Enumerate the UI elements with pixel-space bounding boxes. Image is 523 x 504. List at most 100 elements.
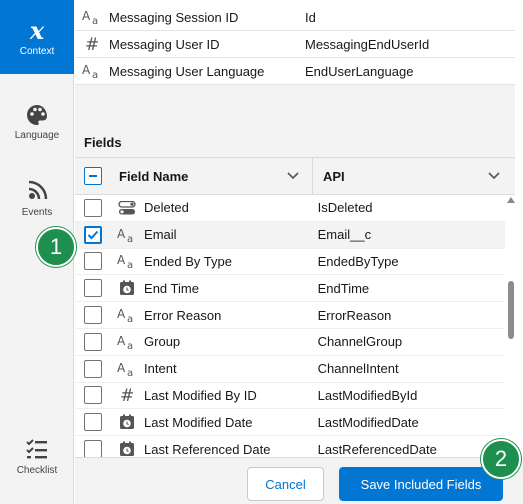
field-name: Ended By Type bbox=[144, 253, 232, 269]
text-type-icon: Aa bbox=[111, 334, 145, 350]
scroll-up-icon bbox=[507, 197, 515, 203]
field-row[interactable]: # Last Modified By ID LastModifiedById bbox=[75, 383, 505, 410]
rail-item-language[interactable]: Language bbox=[0, 104, 74, 141]
datetime-type-icon bbox=[111, 414, 145, 430]
field-row[interactable]: Aa Group ChannelGroup bbox=[75, 329, 505, 356]
field-api-name: LastModifiedDate bbox=[317, 414, 419, 430]
scrollbar[interactable] bbox=[505, 195, 517, 457]
column-header-api[interactable]: API bbox=[313, 169, 513, 184]
rail-item-context[interactable]: x Context bbox=[0, 0, 74, 74]
svg-text:a: a bbox=[127, 368, 133, 377]
column-header-field-name[interactable]: Field Name bbox=[111, 158, 313, 194]
fields-panel: Aa Messaging Session ID Id # Messaging U… bbox=[75, 0, 523, 504]
field-checkbox[interactable] bbox=[83, 386, 102, 405]
svg-text:a: a bbox=[127, 260, 133, 269]
field-api-name: EndTime bbox=[317, 280, 370, 296]
svg-text:#: # bbox=[85, 35, 99, 53]
context-field-api: EndUserLanguage bbox=[305, 63, 414, 79]
svg-text:A: A bbox=[82, 9, 91, 23]
field-checkbox[interactable] bbox=[83, 413, 102, 432]
context-field-api: MessagingEndUserId bbox=[305, 36, 430, 52]
row-checkbox-cell bbox=[75, 279, 111, 298]
rail-item-events[interactable]: Events bbox=[0, 179, 74, 218]
datetime-type-icon bbox=[111, 441, 145, 457]
chevron-down-icon[interactable] bbox=[487, 169, 501, 184]
rail-label: Context bbox=[19, 45, 55, 57]
text-type-icon: Aa bbox=[111, 361, 145, 377]
field-row[interactable]: Last Referenced Date LastReferencedDate bbox=[75, 436, 505, 457]
field-api-name: EndedByType bbox=[317, 253, 399, 269]
field-checkbox[interactable] bbox=[83, 359, 102, 378]
svg-text:a: a bbox=[127, 341, 133, 350]
svg-text:A: A bbox=[117, 253, 126, 267]
cancel-button[interactable]: Cancel bbox=[247, 467, 324, 501]
column-label: API bbox=[323, 168, 345, 184]
field-checkbox[interactable] bbox=[83, 306, 102, 325]
field-checkbox[interactable] bbox=[83, 225, 102, 244]
field-name: Last Modified Date bbox=[144, 414, 253, 430]
save-included-fields-button[interactable]: Save Included Fields bbox=[339, 467, 503, 501]
field-api-name: ErrorReason bbox=[317, 307, 392, 323]
text-type-icon: Aa bbox=[111, 253, 145, 269]
svg-text:A: A bbox=[117, 361, 126, 375]
row-checkbox-cell bbox=[75, 332, 111, 351]
field-row[interactable]: Last Modified Date LastModifiedDate bbox=[75, 409, 505, 437]
scrollbar-thumb[interactable] bbox=[508, 281, 514, 339]
datetime-type-icon bbox=[111, 280, 145, 296]
row-checkbox-cell bbox=[75, 386, 111, 405]
rail-label: Language bbox=[14, 130, 60, 141]
field-name: Email bbox=[144, 227, 177, 243]
row-checkbox-cell bbox=[75, 359, 111, 378]
field-name: End Time bbox=[144, 280, 199, 296]
x-context-icon: x bbox=[24, 18, 50, 42]
field-api-name: LastModifiedById bbox=[317, 387, 418, 403]
column-label: Field Name bbox=[119, 168, 189, 184]
toggle-type-icon bbox=[111, 200, 145, 215]
palette-icon bbox=[26, 104, 48, 126]
svg-text:#: # bbox=[120, 386, 134, 404]
chevron-down-icon[interactable] bbox=[286, 169, 300, 184]
rail-label: Events bbox=[21, 207, 53, 218]
checklist-icon bbox=[25, 439, 49, 461]
text-type-icon: Aa bbox=[111, 227, 145, 243]
signal-icon bbox=[25, 179, 49, 203]
panel-spacer bbox=[75, 85, 515, 127]
select-all-checkbox[interactable] bbox=[84, 167, 102, 185]
row-checkbox-cell bbox=[75, 252, 111, 271]
context-field-name: Messaging User Language bbox=[109, 63, 265, 79]
svg-text:A: A bbox=[117, 307, 126, 321]
svg-text:A: A bbox=[82, 63, 91, 77]
field-api-name: Email__c bbox=[317, 227, 372, 243]
row-checkbox-cell bbox=[75, 225, 111, 244]
svg-text:A: A bbox=[117, 227, 126, 241]
table-header: Field Name API bbox=[75, 157, 515, 195]
text-type-icon: Aa bbox=[75, 63, 109, 79]
field-api-name: IsDeleted bbox=[317, 200, 373, 216]
svg-text:A: A bbox=[117, 334, 126, 348]
field-row[interactable]: Aa Intent ChannelIntent bbox=[75, 356, 505, 383]
text-type-icon: Aa bbox=[75, 9, 109, 25]
context-row: Aa Messaging User Language EndUserLangua… bbox=[75, 58, 515, 85]
row-checkbox-cell bbox=[75, 306, 111, 325]
field-checkbox[interactable] bbox=[83, 332, 102, 351]
context-field-api: Id bbox=[305, 9, 316, 25]
field-row[interactable]: End Time EndTime bbox=[75, 275, 505, 303]
svg-text:x: x bbox=[29, 18, 45, 42]
number-type-icon: # bbox=[111, 386, 145, 404]
context-row: Aa Messaging Session ID Id bbox=[75, 4, 515, 31]
field-row[interactable]: Deleted IsDeleted bbox=[75, 195, 505, 222]
field-checkbox[interactable] bbox=[83, 279, 102, 298]
field-checkbox[interactable] bbox=[83, 252, 102, 271]
svg-text:a: a bbox=[92, 16, 98, 25]
field-row[interactable]: Aa Error Reason ErrorReason bbox=[75, 302, 505, 329]
field-row[interactable]: Aa Email Email__c bbox=[75, 221, 505, 249]
field-row[interactable]: Aa Ended By Type EndedByType bbox=[75, 249, 505, 276]
field-checkbox[interactable] bbox=[83, 440, 102, 457]
field-name: Error Reason bbox=[144, 307, 222, 323]
context-field-name: Messaging Session ID bbox=[109, 9, 239, 25]
rail-item-checklist[interactable]: Checklist bbox=[0, 439, 74, 476]
field-checkbox[interactable] bbox=[83, 198, 102, 217]
step-badge-2: 2 bbox=[481, 439, 521, 479]
select-all-cell bbox=[75, 167, 111, 185]
field-name: Deleted bbox=[144, 200, 189, 216]
